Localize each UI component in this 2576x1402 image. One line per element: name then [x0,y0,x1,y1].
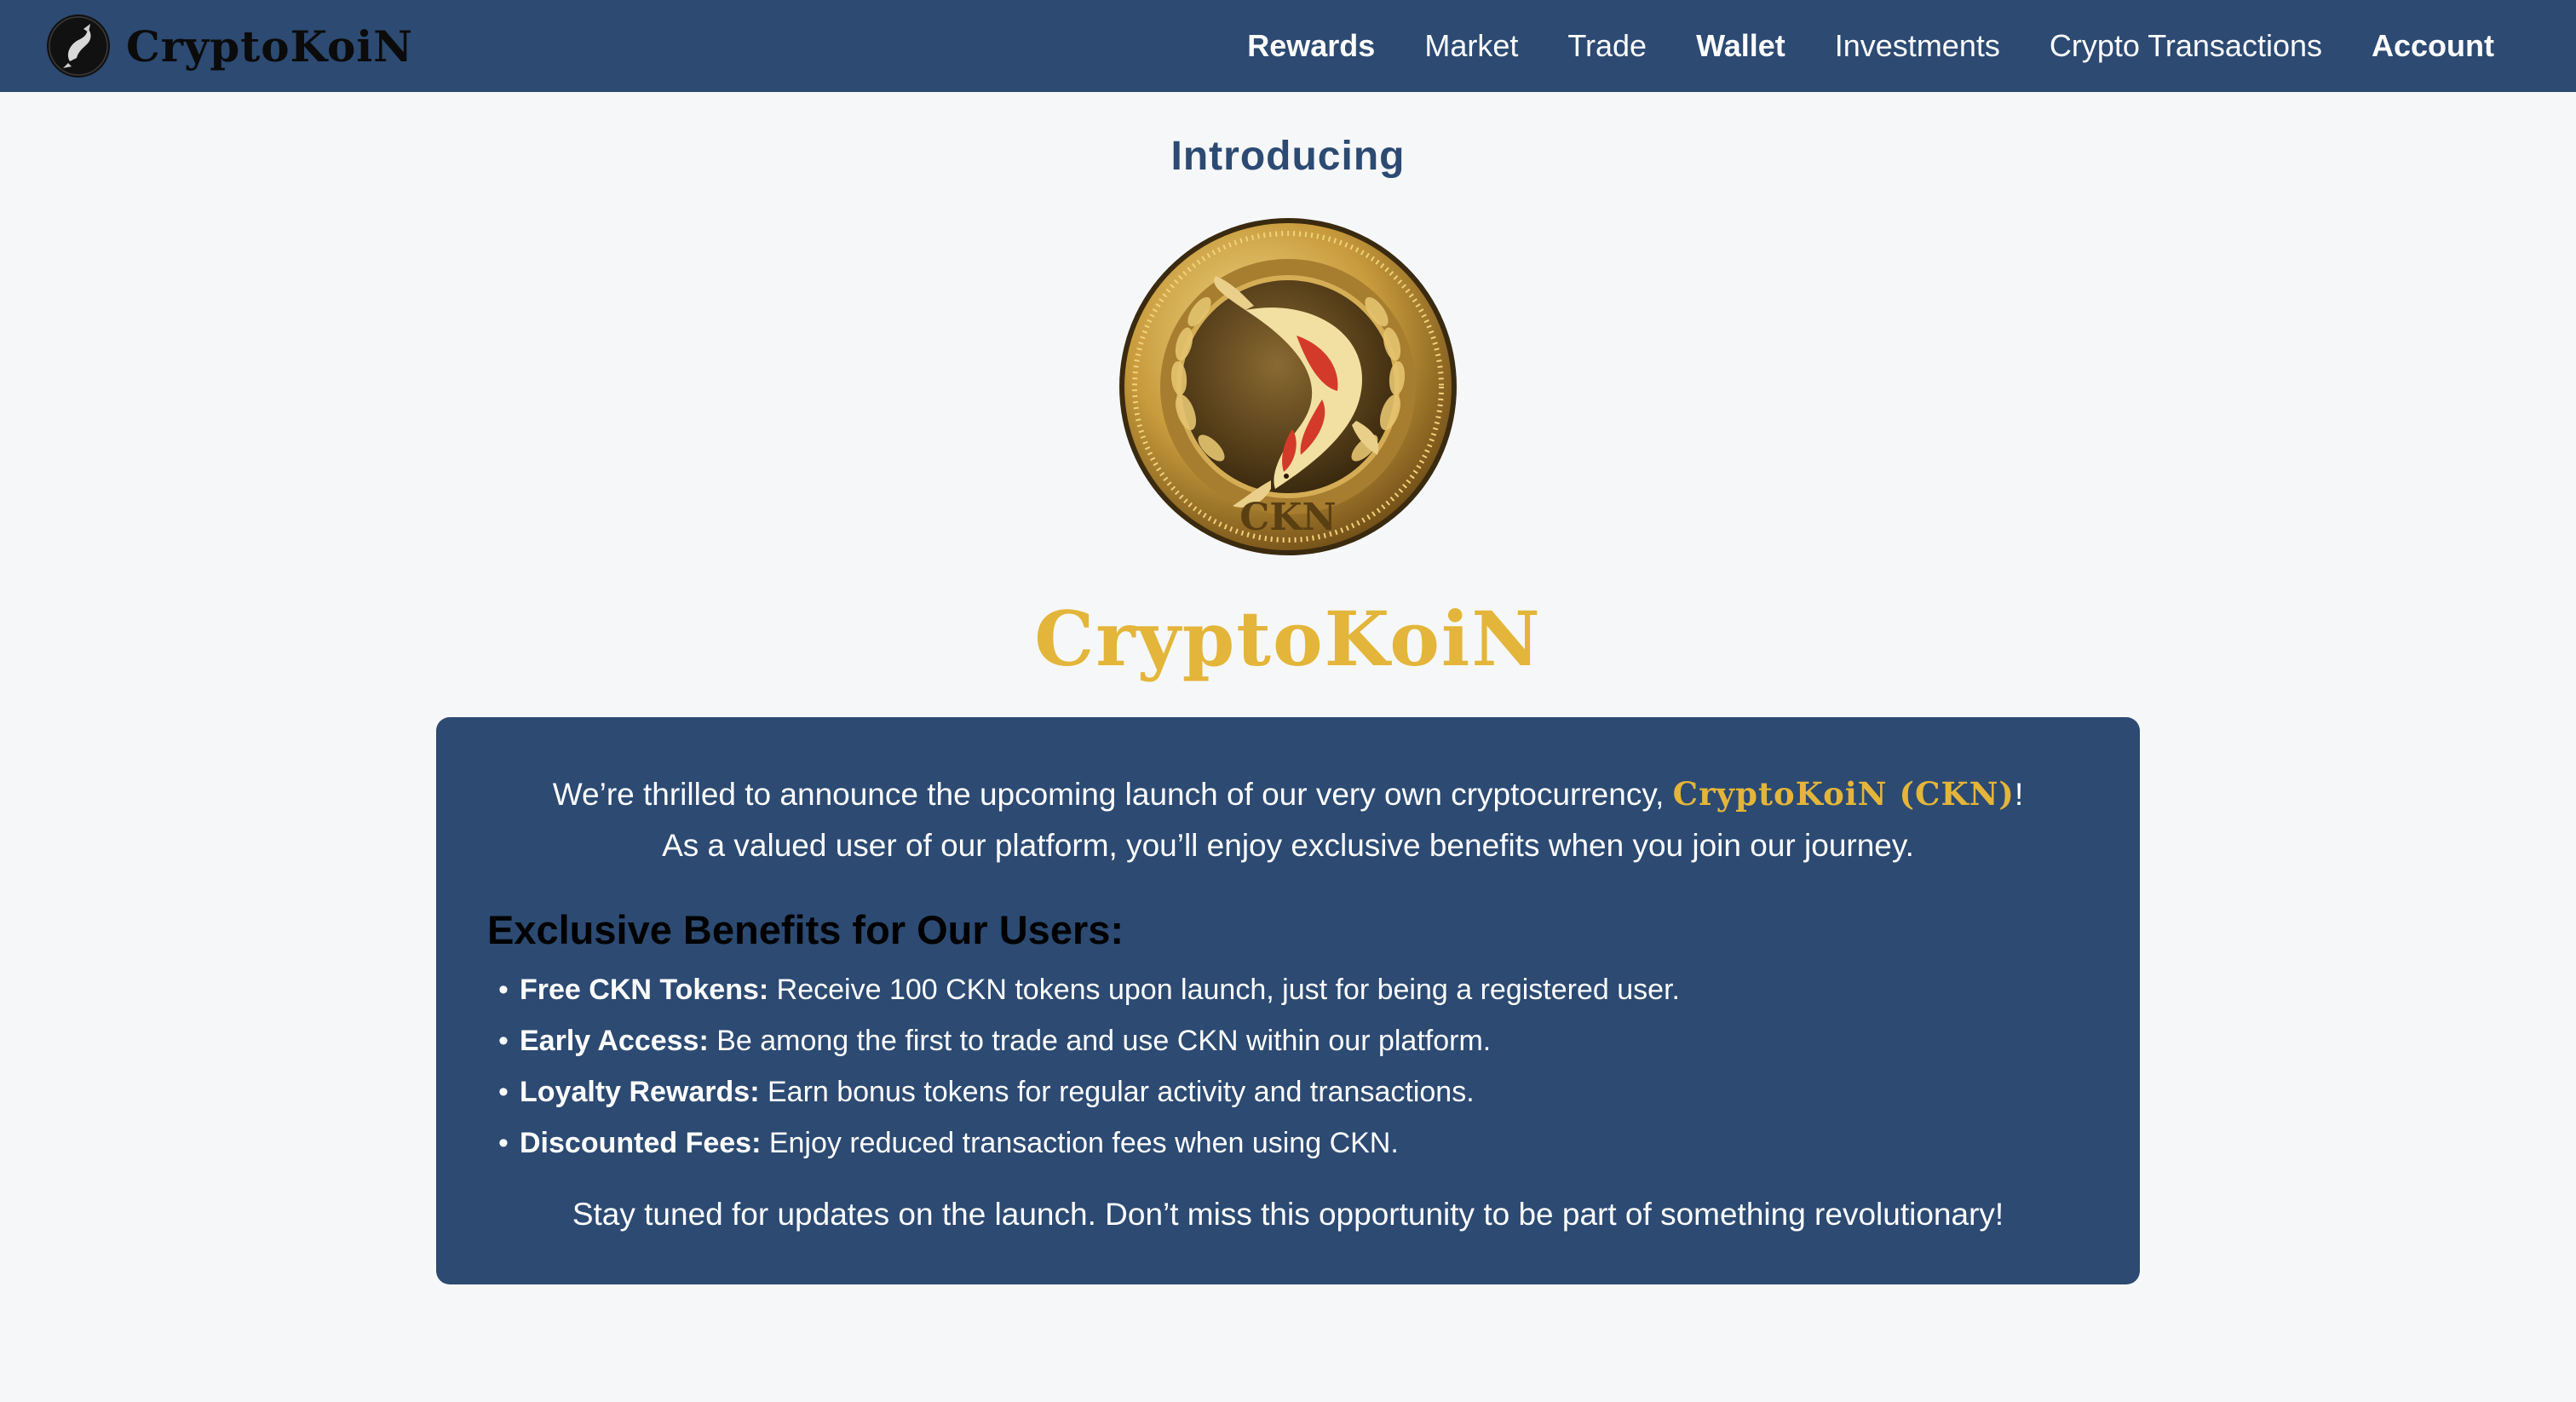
announce-line-2: As a valued user of our platform, you’ll… [662,828,1914,863]
koi-fish-logo-icon [47,14,110,78]
nav-rewards[interactable]: Rewards [1247,28,1375,64]
announce-text-before: We’re thrilled to announce the upcoming … [552,777,1673,812]
bullet-icon: • [498,1127,509,1159]
benefit-item: • Early Access: Be among the first to tra… [487,1015,1680,1066]
nav-trade[interactable]: Trade [1567,28,1647,64]
ckn-koi-coin-icon: CKN [1119,218,1457,555]
benefit-item: • Discounted Fees: Enjoy reduced transact… [487,1118,1680,1169]
nav-links: Rewards Market Trade Wallet Investments … [1198,0,2494,92]
benefit-text: Enjoy reduced transaction fees when usin… [761,1127,1399,1159]
brand-name: CryptoKoiN [126,20,414,72]
nav-crypto-transactions[interactable]: Crypto Transactions [2050,28,2322,64]
benefit-text: Receive 100 CKN tokens upon launch, just… [768,974,1680,1006]
announcement-card: We’re thrilled to announce the upcoming … [436,717,2140,1284]
benefit-title: Free CKN Tokens: [520,974,769,1006]
benefit-title: Discounted Fees: [520,1127,762,1159]
closing-text: Stay tuned for updates on the launch. Do… [572,1197,2004,1232]
benefits-list: • Free CKN Tokens: Receive 100 CKN tokens… [487,964,1680,1169]
benefits-heading: Exclusive Benefits for Our Users: [487,907,1124,952]
announce-highlight: CryptoKoiN (CKN) [1672,775,2015,813]
benefit-item: • Loyalty Rewards: Earn bonus tokens for … [487,1066,1680,1118]
benefit-item: • Free CKN Tokens: Receive 100 CKN tokens… [487,964,1680,1015]
coin-title: CryptoKoiN [1034,595,1542,683]
brand-link[interactable]: CryptoKoiN [46,10,413,82]
bullet-icon: • [498,974,509,1006]
intro-heading: Introducing [1170,134,1406,179]
announcement-text: We’re thrilled to announce the upcoming … [436,768,2140,871]
nav-investments[interactable]: Investments [1835,28,2000,64]
bullet-icon: • [498,1025,509,1057]
coin-inscription: CKN [1239,496,1336,539]
benefit-title: Early Access: [520,1025,709,1057]
nav-account[interactable]: Account [2372,28,2494,64]
benefit-text: Be among the first to trade and use CKN … [708,1025,1492,1057]
top-navbar: CryptoKoiN Rewards Market Trade Wallet I… [0,0,2576,92]
bullet-icon: • [498,1076,509,1108]
benefit-text: Earn bonus tokens for regular activity a… [759,1076,1475,1108]
nav-market[interactable]: Market [1424,28,1518,64]
benefit-title: Loyalty Rewards: [520,1076,760,1108]
nav-wallet[interactable]: Wallet [1696,28,1785,64]
announce-text-after: ! [2014,777,2024,812]
